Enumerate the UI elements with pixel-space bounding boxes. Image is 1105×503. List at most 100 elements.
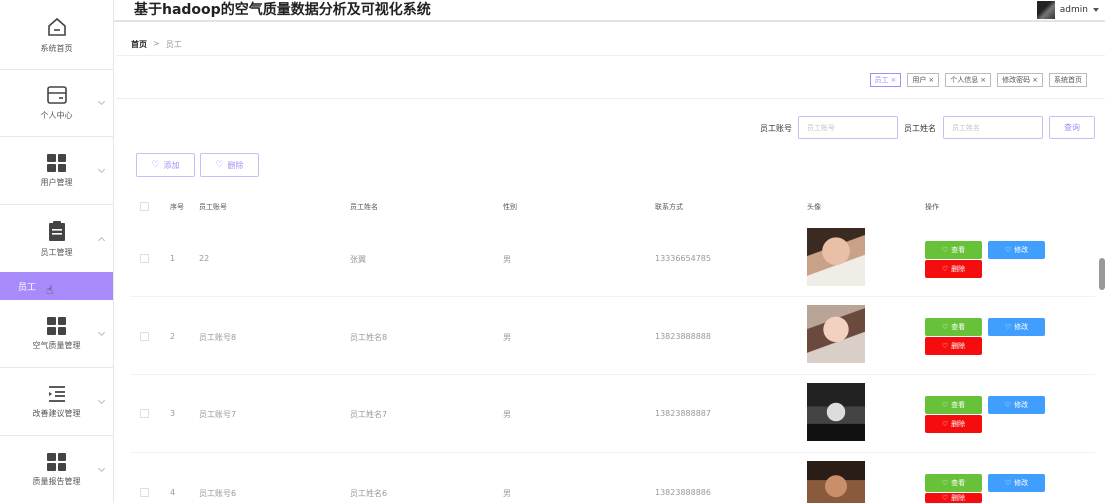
tag-staff[interactable]: 员工 × <box>869 73 902 87</box>
home-icon <box>47 17 66 36</box>
query-button[interactable]: 查询 <box>1049 116 1095 139</box>
row-checkbox[interactable] <box>140 332 149 341</box>
wallet-icon <box>46 86 67 104</box>
sidebar-item-label: 质量报告管理 <box>32 476 81 486</box>
breadcrumb-separator: > <box>153 39 160 48</box>
avatar <box>1036 1 1055 19</box>
close-icon[interactable]: × <box>1032 76 1038 84</box>
heart-icon: ♡ <box>941 246 949 254</box>
tag-profile[interactable]: 个人信息 × <box>945 73 992 87</box>
sidebar-item-label: 员工 <box>18 282 37 293</box>
row-checkbox[interactable] <box>140 254 149 263</box>
sidebar-item-label: 系统首页 <box>40 43 73 53</box>
row-checkbox[interactable] <box>140 488 149 497</box>
batch-delete-button[interactable]: ♡ 删除 <box>200 153 259 177</box>
grid-icon <box>47 452 66 471</box>
heart-icon: ♡ <box>941 401 949 409</box>
row-phone: 13823888887 <box>655 409 711 418</box>
delete-button-label: 删除 <box>951 342 966 350</box>
app-title: 基于hadoop的空气质量数据分析及可视化系统 <box>134 2 431 18</box>
close-icon[interactable]: × <box>928 76 934 84</box>
row-account: 员工账号6 <box>199 489 237 498</box>
employee-photo <box>807 228 865 286</box>
hand-cursor-icon: ☝ <box>46 283 54 297</box>
tag-home[interactable]: 系统首页 <box>1049 73 1087 87</box>
sidebar-item-label: 空气质量管理 <box>32 340 81 350</box>
column-header: 操作 <box>925 203 939 211</box>
close-icon[interactable]: × <box>980 76 986 84</box>
view-button[interactable]: ♡ 查看 <box>925 241 982 259</box>
row-name: 张翼 <box>350 255 366 264</box>
close-icon[interactable]: × <box>891 76 897 84</box>
sidebar-item-label: 个人中心 <box>40 111 73 120</box>
edit-button-label: 修改 <box>1014 401 1029 409</box>
column-header: 员工账号 <box>199 203 227 211</box>
view-button-label: 查看 <box>951 323 966 331</box>
sidebar-item-personal[interactable]: 个人中心 <box>0 70 113 137</box>
row-account: 员工账号8 <box>199 333 237 342</box>
heart-icon: ♡ <box>151 159 160 170</box>
sidebar-item-label: 用户管理 <box>40 177 73 187</box>
select-all-checkbox[interactable] <box>140 202 149 211</box>
grid-icon <box>47 316 66 335</box>
name-search-input[interactable] <box>943 116 1043 139</box>
user-menu[interactable]: admin <box>1036 0 1099 20</box>
row-index: 4 <box>170 488 176 497</box>
tag-password[interactable]: 修改密码 × <box>997 73 1043 87</box>
heart-icon: ♡ <box>1004 323 1012 331</box>
delete-button-label: 删除 <box>951 265 966 273</box>
sidebar-item-users[interactable]: 用户管理 <box>0 137 113 205</box>
account-search-input[interactable] <box>798 116 898 139</box>
tag-users[interactable]: 用户 × <box>907 73 940 87</box>
edit-button[interactable]: ♡ 修改 <box>988 318 1045 336</box>
heart-icon: ♡ <box>941 323 949 331</box>
chevron-down-icon <box>97 165 106 173</box>
delete-button[interactable]: ♡ 删除 <box>925 415 982 433</box>
breadcrumb: 首页 > 员工 <box>131 39 182 50</box>
app-root: 系统首页 个人中心 用户管理 员工管理 员工 ☝ 空气质量管理 改善建议管理 质… <box>0 0 1105 503</box>
delete-button[interactable]: ♡ 删除 <box>925 493 982 503</box>
chevron-down-icon <box>97 464 106 472</box>
heart-icon: ♡ <box>1004 479 1012 487</box>
sidebar-item-home[interactable]: 系统首页 <box>0 0 113 70</box>
view-button-label: 查看 <box>951 246 966 254</box>
sidebar-item-staff[interactable]: 员工 <box>0 272 113 300</box>
column-header: 序号 <box>170 203 184 211</box>
tag-label: 修改密码 <box>1002 76 1031 84</box>
clipboard-icon <box>48 220 65 241</box>
sidebar-item-staff-mgmt[interactable]: 员工管理 <box>0 205 113 272</box>
edit-button-label: 修改 <box>1014 479 1029 487</box>
breadcrumb-home[interactable]: 首页 <box>131 39 147 50</box>
user-name: admin <box>1059 5 1088 15</box>
view-button-label: 查看 <box>951 479 966 487</box>
edit-button[interactable]: ♡ 修改 <box>988 241 1045 259</box>
scrollbar[interactable] <box>1099 258 1105 290</box>
row-divider <box>130 452 1095 453</box>
grid-icon <box>47 153 66 172</box>
chevron-down-icon <box>97 97 106 106</box>
row-phone: 13336654785 <box>655 254 711 263</box>
row-gender: 男 <box>503 489 511 498</box>
tag-label: 系统首页 <box>1054 76 1082 84</box>
add-button-label: 添加 <box>163 160 180 170</box>
heart-icon: ♡ <box>1004 246 1012 254</box>
view-button[interactable]: ♡ 查看 <box>925 474 982 492</box>
delete-button[interactable]: ♡ 删除 <box>925 337 982 355</box>
sidebar-item-air-quality[interactable]: 空气质量管理 <box>0 300 113 368</box>
add-button[interactable]: ♡ 添加 <box>136 153 195 177</box>
column-header: 员工姓名 <box>350 203 378 211</box>
edit-button[interactable]: ♡ 修改 <box>988 396 1045 414</box>
sidebar-item-label: 员工管理 <box>40 247 73 257</box>
row-checkbox[interactable] <box>140 409 149 418</box>
view-button[interactable]: ♡ 查看 <box>925 396 982 414</box>
delete-button[interactable]: ♡ 删除 <box>925 260 982 278</box>
row-index: 1 <box>170 254 176 263</box>
view-button[interactable]: ♡ 查看 <box>925 318 982 336</box>
sidebar-item-suggestions[interactable]: 改善建议管理 <box>0 368 113 436</box>
edit-button[interactable]: ♡ 修改 <box>988 474 1045 492</box>
sidebar-item-reports[interactable]: 质量报告管理 <box>0 436 113 503</box>
sidebar: 系统首页 个人中心 用户管理 员工管理 员工 ☝ 空气质量管理 改善建议管理 质… <box>0 0 114 503</box>
row-gender: 男 <box>503 255 511 264</box>
row-name: 员工姓名8 <box>350 333 388 342</box>
edit-button-label: 修改 <box>1014 323 1029 331</box>
